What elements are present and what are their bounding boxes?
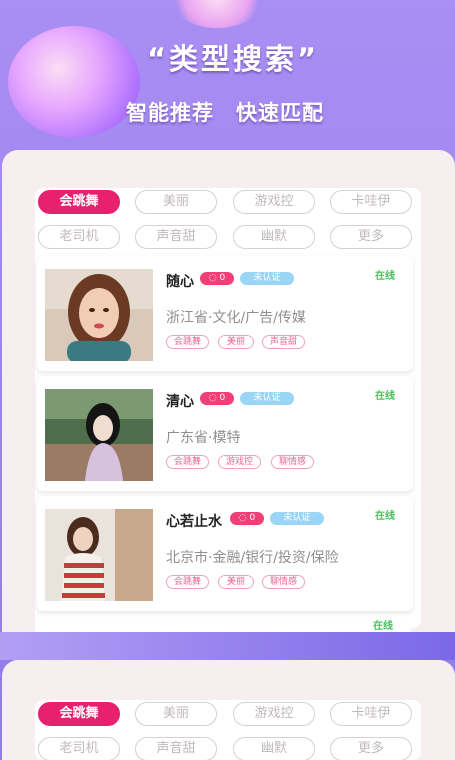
tag-humor[interactable]: 幽默 — [233, 225, 315, 249]
profile-card[interactable]: 随心 ◌ 0 未认证 在线 浙江省·文化/广告/传媒 会跳舞 美丽 声音甜 — [37, 256, 413, 371]
profile-photo — [45, 509, 153, 601]
search-card: 会跳舞 美丽 游戏控 卡哇伊 老司机 声音甜 幽默 更多 随心 ◌ 0 未认证 … — [35, 188, 421, 628]
tag-veteran[interactable]: 老司机 — [38, 225, 120, 249]
decor-bubble-top — [168, 0, 266, 28]
profile-tag: 会跳舞 — [166, 335, 209, 349]
online-status: 在线 — [375, 391, 395, 402]
tag-more[interactable]: 更多 — [330, 737, 412, 760]
tag-cute[interactable]: 卡哇伊 — [330, 190, 412, 214]
profile-tag: 聊情感 — [271, 455, 314, 469]
tag-gamer[interactable]: 游戏控 — [233, 190, 315, 214]
verification-badge: 未认证 — [240, 392, 294, 405]
message-count-badge: ◌ 0 — [200, 272, 234, 285]
tag-dance[interactable]: 会跳舞 — [38, 190, 120, 214]
hero-subtitle: 智能推荐 快速匹配 — [126, 101, 324, 125]
message-count-badge: ◌ 0 — [230, 512, 264, 525]
profile-tag: 美丽 — [218, 335, 254, 349]
hero-banner: “类型搜索” 智能推荐 快速匹配 — [0, 0, 455, 160]
verification-badge: 未认证 — [270, 512, 324, 525]
app-screen: “类型搜索” 智能推荐 快速匹配 会跳舞 美丽 游戏控 卡哇伊 老司机 声音甜 … — [0, 0, 455, 760]
tag-gamer[interactable]: 游戏控 — [233, 702, 315, 726]
search-panel: 会跳舞 美丽 游戏控 卡哇伊 老司机 声音甜 幽默 更多 随心 ◌ 0 未认证 … — [2, 150, 455, 632]
hero-title: “类型搜索” — [146, 42, 320, 76]
profile-name: 心若止水 — [166, 514, 222, 530]
tag-cute[interactable]: 卡哇伊 — [330, 702, 412, 726]
online-status: 在线 — [375, 511, 395, 522]
profile-tag: 会跳舞 — [166, 575, 209, 589]
profile-card-partial: 在线 — [35, 620, 411, 632]
profile-name: 随心 — [166, 274, 194, 290]
tag-beautiful[interactable]: 美丽 — [135, 702, 217, 726]
profile-location: 浙江省·文化/广告/传媒 — [166, 310, 306, 326]
online-status: 在线 — [375, 271, 395, 282]
portrait-image-icon — [45, 269, 153, 361]
search-panel-repeat: 会跳舞 美丽 游戏控 卡哇伊 老司机 声音甜 幽默 更多 — [2, 660, 455, 760]
profile-tag: 声音甜 — [262, 335, 305, 349]
profile-name: 清心 — [166, 394, 194, 410]
tag-dance[interactable]: 会跳舞 — [38, 702, 120, 726]
portrait-image-icon — [45, 389, 153, 481]
profile-card[interactable]: 心若止水 ◌ 0 未认证 在线 北京市·金融/银行/投资/保险 会跳舞 美丽 聊… — [37, 496, 413, 611]
search-card-repeat: 会跳舞 美丽 游戏控 卡哇伊 老司机 声音甜 幽默 更多 — [35, 700, 421, 760]
tag-sweet-voice[interactable]: 声音甜 — [135, 225, 217, 249]
profile-tag: 会跳舞 — [166, 455, 209, 469]
profile-tag: 聊情感 — [262, 575, 305, 589]
message-count-badge: ◌ 0 — [200, 392, 234, 405]
profile-location: 广东省·模特 — [166, 430, 241, 446]
profile-photo — [45, 389, 153, 481]
portrait-image-icon — [45, 509, 153, 601]
chat-bubble-icon: ◌ — [208, 273, 217, 283]
verification-badge: 未认证 — [240, 272, 294, 285]
profile-tag: 美丽 — [218, 575, 254, 589]
profile-tag: 游戏控 — [218, 455, 261, 469]
profile-location: 北京市·金融/银行/投资/保险 — [166, 550, 339, 566]
profile-card[interactable]: 清心 ◌ 0 未认证 在线 广东省·模特 会跳舞 游戏控 聊情感 — [37, 376, 413, 491]
tag-veteran[interactable]: 老司机 — [38, 737, 120, 760]
chat-bubble-icon: ◌ — [238, 513, 247, 523]
chat-bubble-icon: ◌ — [208, 393, 217, 403]
profile-photo — [45, 269, 153, 361]
section-divider — [0, 632, 455, 660]
tag-sweet-voice[interactable]: 声音甜 — [135, 737, 217, 760]
tag-beautiful[interactable]: 美丽 — [135, 190, 217, 214]
tag-more[interactable]: 更多 — [330, 225, 412, 249]
online-status: 在线 — [373, 621, 393, 632]
tag-humor[interactable]: 幽默 — [233, 737, 315, 760]
